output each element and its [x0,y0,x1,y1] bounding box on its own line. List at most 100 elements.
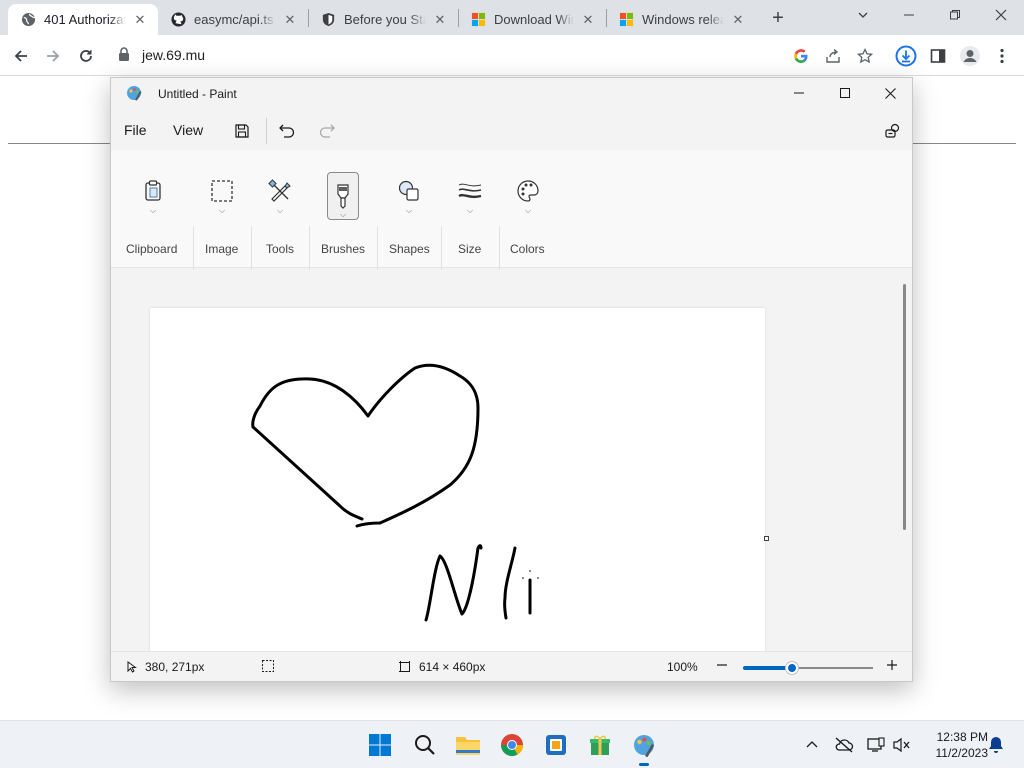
microsoft-icon [470,12,486,28]
drawing-canvas[interactable] [150,308,765,651]
undo-icon[interactable] [275,119,299,143]
chrome-icon[interactable] [496,729,528,761]
size-label: Size [458,242,482,256]
tab-title: easymc/api.ts at main [194,12,276,27]
paint-minimize-icon[interactable] [776,78,822,108]
side-panel-icon[interactable] [926,44,950,68]
bookmark-star-icon[interactable] [856,47,874,65]
system-clock[interactable]: 12:38 PM 11/2/2023 [918,729,989,761]
file-menu[interactable]: File [124,122,147,138]
search-icon[interactable] [409,729,441,761]
paint-maximize-icon[interactable] [822,78,868,108]
paint-taskbar-icon[interactable] [628,729,660,766]
colors-label: Colors [510,242,545,256]
chevron-down-icon[interactable]: ⌵ [264,206,296,216]
redo-icon[interactable] [315,119,339,143]
chevron-down-icon[interactable]: ⌵ [393,206,425,216]
lock-icon[interactable] [118,47,132,63]
zoom-percentage[interactable]: 100% [667,660,698,674]
selection-icon[interactable] [206,174,238,208]
url-text[interactable]: jew.69.mu [142,47,205,63]
kebab-menu-icon[interactable] [990,44,1014,68]
cloud-offline-icon[interactable] [834,735,854,755]
shield-icon [320,12,336,28]
minimize-icon[interactable] [886,0,932,30]
selection-size-icon [262,660,274,672]
clipboard-icon[interactable] [137,174,169,208]
chevron-up-icon[interactable] [802,735,822,755]
view-menu[interactable]: View [173,122,203,138]
tools-icon[interactable] [264,174,296,208]
globe-icon [20,12,36,28]
letter-n-stroke [424,544,483,622]
virtualbox-icon[interactable] [540,729,572,761]
chevron-down-icon[interactable]: ⌵ [327,210,359,220]
selection-size [262,660,274,672]
share-icon[interactable] [824,47,842,65]
tab-search-icon[interactable] [840,0,886,30]
forward-icon[interactable] [40,43,66,69]
zoom-slider-thumb[interactable] [786,662,798,674]
file-explorer-icon[interactable] [452,729,484,761]
chevron-down-icon[interactable]: ⌵ [206,206,238,216]
close-tab-icon[interactable]: ✕ [580,12,596,28]
vertical-scrollbar[interactable] [903,284,906,530]
clipboard-label: Clipboard [126,242,178,256]
restore-icon[interactable] [932,0,978,30]
canvas-resize-handle[interactable] [764,536,769,541]
tab-before-you-start[interactable]: Before you Start ✕ [308,4,458,35]
tab-title: Download Windows 11 [494,12,574,27]
zoom-value: 100% [667,660,698,674]
size-icon[interactable] [454,174,486,208]
canvas-size-icon [399,661,411,673]
notification-bell-icon[interactable] [986,735,1006,755]
close-tab-icon[interactable]: ✕ [282,12,298,28]
close-tab-icon[interactable]: ✕ [132,12,148,28]
tab-windows-release-health[interactable]: Windows release health ✕ [606,4,756,35]
paint-app-icon [126,85,142,101]
paint-titlebar[interactable]: Untitled - Paint [111,78,912,108]
close-tab-icon[interactable]: ✕ [432,12,448,28]
chevron-down-icon[interactable]: ⌵ [512,206,544,216]
google-lens-icon[interactable] [792,47,810,65]
paint-window-title: Untitled - Paint [158,87,237,101]
save-icon[interactable] [230,119,254,143]
shapes-icon[interactable] [393,174,425,208]
network-icon[interactable] [866,735,886,755]
zoom-slider-fill [743,666,792,670]
gift-app-icon[interactable] [584,729,616,761]
tab-401-authorization[interactable]: 401 Authorization Required ✕ [8,4,158,35]
palette-icon[interactable] [512,174,544,208]
microsoft-icon [618,12,634,28]
paint-close-icon[interactable] [867,78,913,108]
clock-time: 12:38 PM [936,730,988,744]
close-tab-icon[interactable]: ✕ [730,12,746,28]
tab-title: Before you Start [344,12,426,27]
download-icon[interactable] [894,44,918,68]
windows-taskbar: 12:38 PM 11/2/2023 [0,720,1024,768]
profile-avatar-icon[interactable] [958,44,982,68]
github-icon [170,12,186,28]
paint-menubar: File View [111,112,912,148]
close-window-icon[interactable] [978,0,1024,30]
cursor-coordinates: 380, 271px [145,660,205,674]
zoom-in-icon[interactable] [887,660,897,670]
copilot-icon[interactable] [881,119,905,143]
canvas-drawing [251,363,539,622]
new-tab-button[interactable]: + [766,6,790,30]
reload-icon[interactable] [73,43,99,69]
paint-window: Untitled - Paint File View ⌵ ⌵ ⌵ ⌵ ⌵ ⌵ ⌵… [110,77,913,682]
address-bar[interactable]: jew.69.mu [108,40,888,70]
chevron-down-icon[interactable]: ⌵ [137,206,169,216]
back-icon[interactable] [8,43,34,69]
tab-download-windows[interactable]: Download Windows 11 ✕ [458,4,606,35]
zoom-out-icon[interactable] [717,660,727,670]
volume-muted-icon[interactable] [892,735,912,755]
tools-label: Tools [266,242,295,256]
browser-toolbar: jew.69.mu [0,35,1024,76]
tab-easymc-api[interactable]: easymc/api.ts at main ✕ [158,4,308,35]
letter-l-stroke [503,546,517,620]
chevron-down-icon[interactable]: ⌵ [454,206,486,216]
start-button[interactable] [364,729,396,761]
tab-title: Windows release health [642,12,724,27]
